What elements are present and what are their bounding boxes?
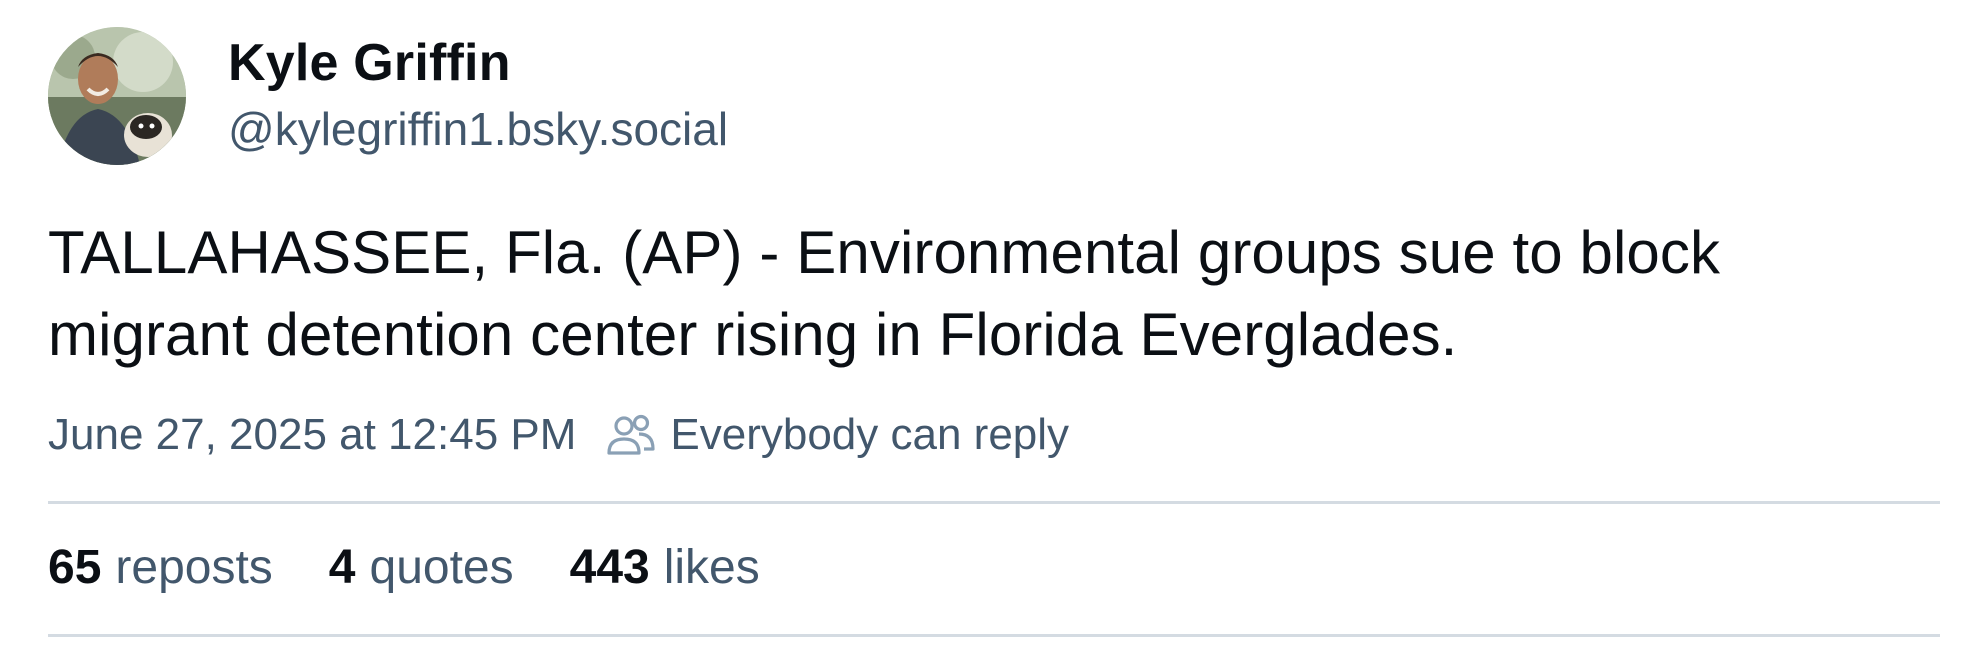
- people-icon: [606, 413, 656, 457]
- reply-setting-label: Everybody can reply: [670, 410, 1070, 459]
- author-row: Kyle Griffin @kylegriffin1.bsky.social: [48, 27, 728, 165]
- profile-photo-icon: [48, 27, 186, 165]
- engagement-stats: 65 reposts 4 quotes 443 likes: [48, 538, 816, 598]
- reposts-count: 65: [48, 541, 102, 594]
- divider: [48, 634, 1940, 637]
- post-text-line: TALLAHASSEE, Fla. (AP) - Environmental g…: [48, 219, 1721, 286]
- likes-stat[interactable]: 443 likes: [570, 538, 760, 598]
- likes-count: 443: [569, 541, 650, 594]
- author-meta: Kyle Griffin @kylegriffin1.bsky.social: [228, 32, 728, 160]
- quotes-stat[interactable]: 4 quotes: [329, 538, 514, 598]
- post-card: Kyle Griffin @kylegriffin1.bsky.social T…: [0, 0, 1978, 648]
- quotes-count: 4: [328, 541, 356, 594]
- reply-setting: Everybody can reply: [606, 408, 1069, 462]
- likes-label: likes: [663, 541, 760, 594]
- divider: [48, 501, 1940, 504]
- quotes-label: quotes: [369, 541, 514, 594]
- post-meta-row: June 27, 2025 at 12:45 PM Everybody can …: [48, 408, 1069, 462]
- avatar[interactable]: [48, 27, 186, 165]
- reposts-label: reposts: [115, 541, 273, 594]
- post-text-line: migrant detention center rising in Flori…: [48, 301, 1458, 368]
- post-timestamp[interactable]: June 27, 2025 at 12:45 PM: [48, 408, 576, 462]
- post-text: TALLAHASSEE, Fla. (AP) - Environmental g…: [48, 212, 1928, 376]
- reposts-stat[interactable]: 65 reposts: [48, 538, 273, 598]
- author-display-name[interactable]: Kyle Griffin: [228, 32, 728, 94]
- author-handle[interactable]: @kylegriffin1.bsky.social: [228, 98, 728, 160]
